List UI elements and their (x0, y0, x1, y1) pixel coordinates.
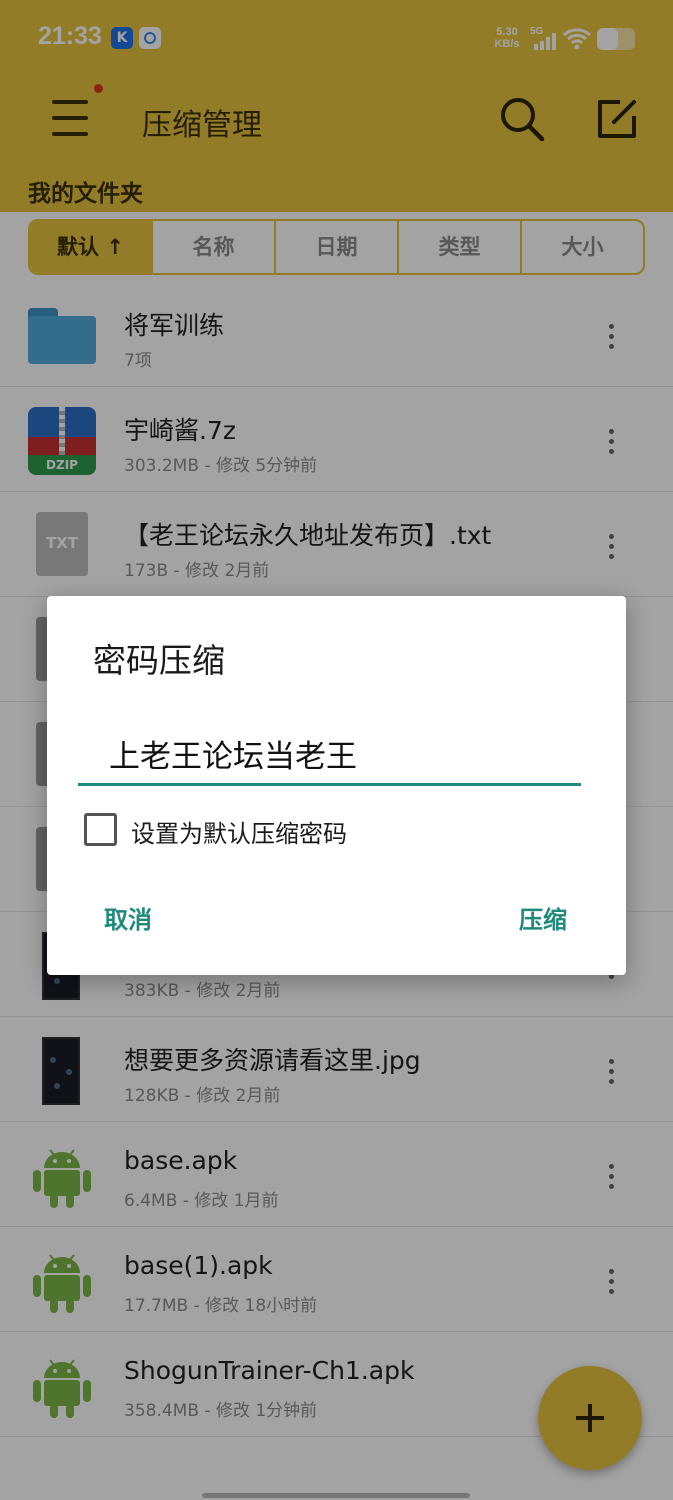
password-compress-dialog: 密码压缩 设置为默认压缩密码 取消 压缩 (47, 596, 626, 975)
password-input[interactable] (78, 706, 581, 786)
home-indicator[interactable] (202, 1493, 470, 1498)
app-screen: 21:33 K 5.30 KB/s 5G 压缩管理 我的文件夹 默认 ↑ 名称 … (0, 0, 673, 1500)
checkbox-label: 设置为默认压缩密码 (131, 820, 347, 848)
default-password-checkbox[interactable] (84, 813, 117, 846)
compress-button[interactable]: 压缩 (519, 900, 567, 935)
dialog-title: 密码压缩 (93, 641, 225, 680)
cancel-button[interactable]: 取消 (104, 900, 152, 935)
